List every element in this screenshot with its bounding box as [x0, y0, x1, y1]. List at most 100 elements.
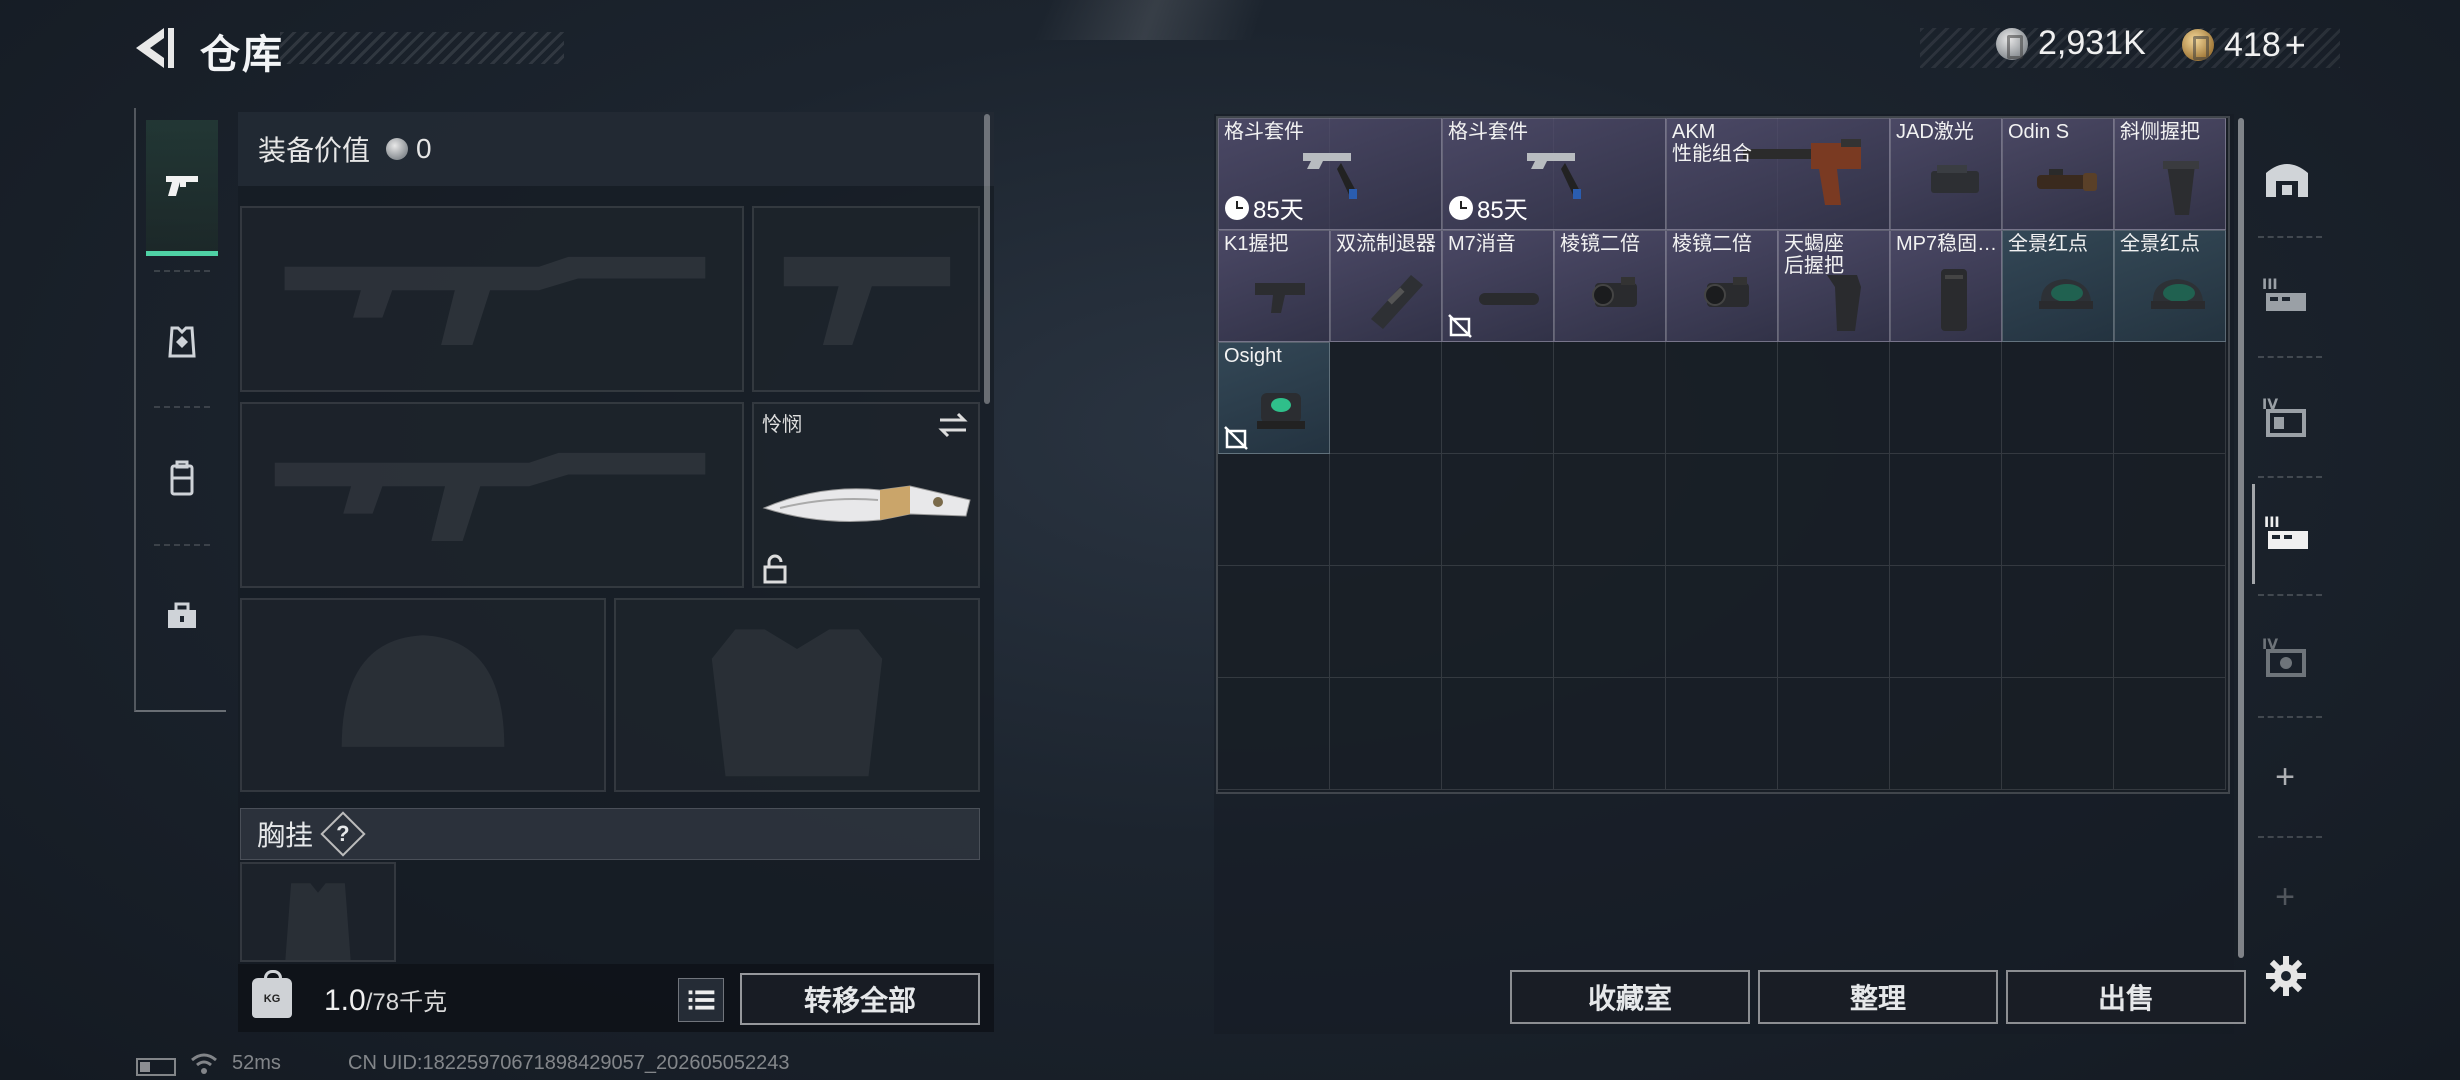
tab-warehouse-all[interactable] — [2252, 128, 2322, 228]
grid-cell[interactable] — [1666, 678, 1778, 790]
grid-cell[interactable] — [1442, 454, 1554, 566]
add-gold-button[interactable]: + — [2285, 24, 2306, 66]
tab-warehouse-4[interactable]: IV — [2252, 366, 2322, 466]
warehouse-scrollbar[interactable] — [2238, 118, 2244, 958]
warehouse-item[interactable]: 棱镜二倍 — [1666, 230, 1778, 342]
chest-rig-label: 胸挂 — [257, 820, 314, 851]
grid-cell[interactable] — [1218, 678, 1330, 790]
knife-icon — [762, 485, 971, 522]
warehouse-item[interactable]: 全景红点 — [2114, 230, 2226, 342]
secondary-weapon-slot[interactable] — [240, 402, 744, 588]
warehouse-item[interactable]: JAD激光 — [1890, 118, 2002, 230]
primary-weapon-slot[interactable] — [240, 206, 744, 392]
grid-cell[interactable] — [1554, 454, 1666, 566]
grid-cell[interactable] — [2114, 342, 2226, 454]
warehouse-item[interactable]: 格斗套件 85天 — [1218, 118, 1442, 230]
grid-cell[interactable] — [1890, 678, 2002, 790]
add-storage-plus-icon[interactable]: + — [2268, 760, 2302, 794]
grid-cell[interactable] — [2114, 454, 2226, 566]
weight-icon[interactable] — [252, 970, 292, 1018]
grid-cell[interactable] — [1890, 566, 2002, 678]
grid-cell[interactable] — [1442, 678, 1554, 790]
grid-cell[interactable] — [1330, 342, 1442, 454]
grid-cell[interactable] — [1554, 678, 1666, 790]
tab-warehouse-3-alt[interactable]: III — [2252, 484, 2322, 584]
no-loot-icon — [1224, 426, 1248, 450]
grid-cell[interactable] — [1890, 342, 2002, 454]
warehouse-item[interactable]: AKM 性能组合 — [1666, 118, 1890, 230]
grid-cell[interactable] — [2114, 566, 2226, 678]
weight-current: 1.0 — [324, 984, 366, 1017]
equipment-scrollbar[interactable] — [984, 114, 990, 404]
silver-currency[interactable]: 2,931K — [1996, 24, 2146, 63]
grid-cell[interactable] — [1442, 342, 1554, 454]
warehouse-item[interactable]: M7消音 — [1442, 230, 1554, 342]
battery-icon — [136, 1058, 176, 1076]
grid-cell[interactable] — [1778, 342, 1890, 454]
tab-armor[interactable] — [146, 274, 218, 410]
melee-slot[interactable]: 怜悯 — [752, 402, 980, 588]
warehouse-item[interactable]: Osight — [1218, 342, 1330, 454]
grid-cell[interactable] — [2002, 566, 2114, 678]
sort-button[interactable]: 整理 — [1758, 970, 1998, 1024]
helmet-slot[interactable] — [240, 598, 606, 792]
chest-rig-slot[interactable] — [240, 862, 396, 962]
grid-cell[interactable] — [1890, 454, 2002, 566]
grid-cell[interactable] — [2002, 342, 2114, 454]
help-icon[interactable]: ? — [320, 811, 366, 857]
warehouse-item[interactable]: Odin S — [2002, 118, 2114, 230]
tab-warehouse-3[interactable]: III — [2252, 246, 2322, 346]
warehouse-item[interactable]: 格斗套件 85天 — [1442, 118, 1666, 230]
grid-cell[interactable] — [1778, 678, 1890, 790]
equipment-value-label: 装备价值 — [258, 135, 371, 166]
tab-backpack[interactable] — [146, 410, 218, 546]
warehouse-item[interactable]: 双流制退器 — [1330, 230, 1442, 342]
chest-rig-header: 胸挂 ? — [240, 808, 980, 860]
grid-cell[interactable] — [1218, 566, 1330, 678]
ping-text: 52ms — [232, 1052, 281, 1074]
tab-toolbox[interactable] — [146, 548, 218, 684]
settings-gear-icon[interactable] — [2264, 954, 2308, 998]
melee-kit-icon — [1527, 153, 1581, 199]
tab-warehouse-4-alt[interactable]: IV — [2252, 606, 2322, 706]
storage-tier-4-icon: IV — [2262, 397, 2306, 437]
grid-cell[interactable] — [1330, 678, 1442, 790]
pistol-slot[interactable] — [752, 206, 980, 392]
grid-cell[interactable] — [1666, 342, 1778, 454]
grid-cell[interactable] — [1666, 566, 1778, 678]
grid-cell[interactable] — [1218, 454, 1330, 566]
item-name: M7消音 — [1448, 233, 1516, 255]
grid-cell[interactable] — [1442, 566, 1554, 678]
sell-button[interactable]: 出售 — [2006, 970, 2246, 1024]
warehouse-item[interactable]: 天蝎座 后握把 — [1778, 230, 1890, 342]
transfer-all-button[interactable]: 转移全部 — [740, 973, 980, 1025]
gold-currency[interactable]: 418 + — [2182, 24, 2306, 66]
grid-cell[interactable] — [2002, 454, 2114, 566]
warehouse-item[interactable]: MP7稳固… — [1890, 230, 2002, 342]
collection-room-button[interactable]: 收藏室 — [1510, 970, 1750, 1024]
back-button[interactable] — [128, 24, 184, 72]
item-name: 天蝎座 后握把 — [1784, 233, 1844, 277]
wifi-icon — [191, 1053, 217, 1074]
item-name: 斜侧握把 — [2120, 121, 2200, 143]
grid-cell[interactable] — [1778, 454, 1890, 566]
grid-cell[interactable] — [1778, 566, 1890, 678]
grid-cell[interactable] — [1554, 342, 1666, 454]
warehouse-item[interactable]: 斜侧握把 — [2114, 118, 2226, 230]
warehouse-item[interactable]: 棱镜二倍 — [1554, 230, 1666, 342]
grid-cell[interactable] — [1554, 566, 1666, 678]
grid-cell[interactable] — [1330, 454, 1442, 566]
grid-cell[interactable] — [2114, 678, 2226, 790]
toolbox-icon — [168, 602, 196, 628]
swap-icon[interactable] — [936, 410, 970, 440]
grid-cell[interactable] — [1666, 454, 1778, 566]
list-view-button[interactable] — [678, 978, 724, 1022]
armor-slot[interactable] — [614, 598, 980, 792]
item-name: 格斗套件 — [1224, 121, 1304, 143]
grid-cell[interactable] — [1330, 566, 1442, 678]
tab-weapons[interactable] — [146, 120, 218, 256]
warehouse-item[interactable]: K1握把 — [1218, 230, 1330, 342]
grid-cell[interactable] — [2002, 678, 2114, 790]
warehouse-item[interactable]: 全景红点 — [2002, 230, 2114, 342]
item-name: MP7稳固… — [1896, 233, 1998, 255]
